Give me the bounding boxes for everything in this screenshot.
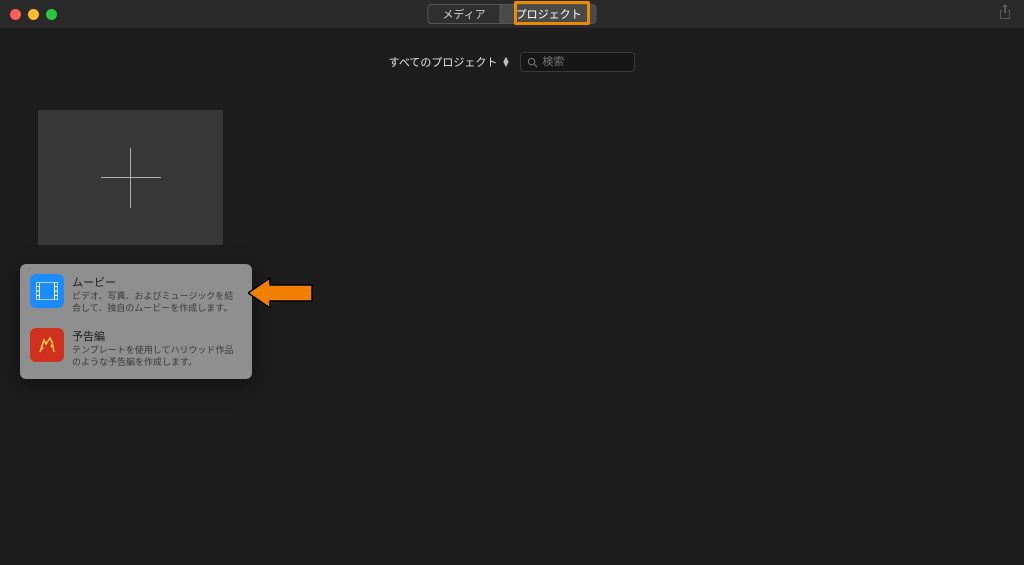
create-project-popover: ムービー ビデオ、写真、およびミュージックを結合して、独自のムービーを作成します… xyxy=(20,264,252,379)
tab-projects[interactable]: プロジェクト xyxy=(501,4,597,24)
trailer-title: 予告編 xyxy=(72,328,242,344)
plus-icon xyxy=(101,148,161,208)
trailer-icon xyxy=(30,328,64,362)
annotation-arrow-icon xyxy=(248,276,314,310)
projects-toolbar: すべてのプロジェクト ▲▼ xyxy=(0,42,1024,80)
popover-item-movie-text: ムービー ビデオ、写真、およびミュージックを結合して、独自のムービーを作成します… xyxy=(72,274,242,314)
search-input[interactable] xyxy=(542,56,628,68)
project-scope-label: すべてのプロジェクト xyxy=(389,54,498,70)
popover-item-movie[interactable]: ムービー ビデオ、写真、およびミュージックを結合して、独自のムービーを作成します… xyxy=(26,270,246,318)
popover-item-trailer[interactable]: 予告編 テンプレートを使用してハリウッド作品のような予告編を作成します。 xyxy=(26,324,246,372)
project-scope-selector[interactable]: すべてのプロジェクト ▲▼ xyxy=(389,54,511,70)
close-window-button[interactable] xyxy=(10,9,21,20)
up-down-icon: ▲▼ xyxy=(501,57,510,67)
trailer-description: テンプレートを使用してハリウッド作品のような予告編を作成します。 xyxy=(72,345,242,368)
create-new-project-tile[interactable] xyxy=(38,110,223,245)
minimize-window-button[interactable] xyxy=(28,9,39,20)
movie-icon xyxy=(30,274,64,308)
projects-grid xyxy=(0,80,1024,245)
movie-description: ビデオ、写真、およびミュージックを結合して、独自のムービーを作成します。 xyxy=(72,291,242,314)
tab-media[interactable]: メディア xyxy=(427,4,500,24)
window-titlebar: メディア プロジェクト xyxy=(0,0,1024,28)
movie-title: ムービー xyxy=(72,274,242,290)
fullscreen-window-button[interactable] xyxy=(46,9,57,20)
popover-item-trailer-text: 予告編 テンプレートを使用してハリウッド作品のような予告編を作成します。 xyxy=(72,328,242,368)
share-icon[interactable] xyxy=(998,4,1012,25)
search-icon xyxy=(527,57,538,68)
window-controls xyxy=(10,9,57,20)
top-tab-group: メディア プロジェクト xyxy=(427,3,596,25)
search-field[interactable] xyxy=(520,52,635,72)
